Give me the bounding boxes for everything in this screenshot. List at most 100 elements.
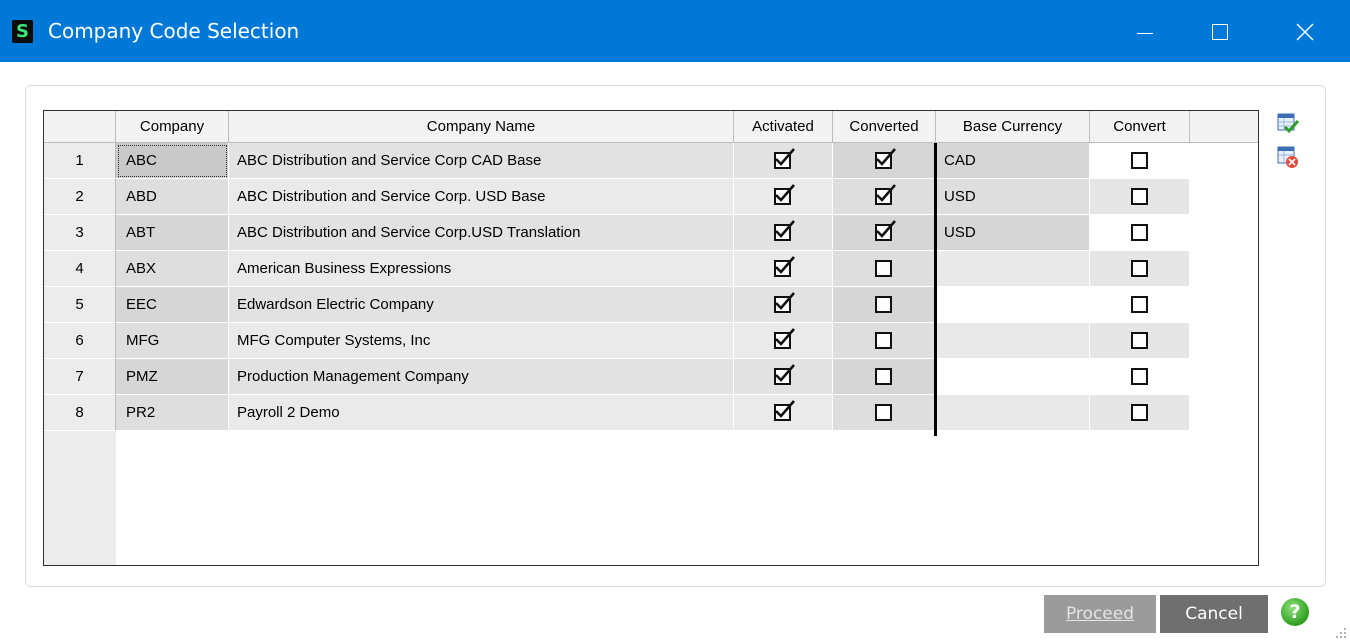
column-header-converted[interactable]: Converted [833, 111, 936, 143]
converted-checkbox[interactable] [833, 251, 936, 287]
convert-checkbox[interactable] [1090, 215, 1190, 251]
company-name-cell[interactable]: Edwardson Electric Company [229, 287, 734, 323]
company-name-cell[interactable]: ABC Distribution and Service Corp.USD Tr… [229, 215, 734, 251]
company-name-cell[interactable]: ABC Distribution and Service Corp. USD B… [229, 179, 734, 215]
activated-checkbox[interactable] [734, 215, 833, 251]
checked-box-icon[interactable] [774, 291, 795, 313]
convert-checkbox[interactable] [1090, 359, 1190, 395]
maximize-icon [1212, 24, 1228, 40]
unchecked-box-icon[interactable] [875, 403, 892, 421]
activated-checkbox[interactable] [734, 251, 833, 287]
checked-box-icon[interactable] [774, 219, 795, 241]
converted-checkbox[interactable] [833, 359, 936, 395]
convert-checkbox[interactable] [1090, 179, 1190, 215]
resize-grip-icon[interactable] [1332, 624, 1348, 640]
unchecked-box-icon[interactable] [1130, 403, 1148, 421]
minimize-icon [1137, 33, 1153, 34]
help-icon[interactable]: ? [1281, 598, 1309, 626]
column-header-name[interactable]: Company Name [229, 111, 734, 143]
unchecked-box-icon[interactable] [1130, 367, 1148, 385]
checked-box-icon[interactable] [774, 327, 795, 349]
row-number[interactable]: 3 [44, 215, 116, 251]
unchecked-box-icon[interactable] [875, 331, 892, 349]
base-currency-cell[interactable]: USD [936, 179, 1090, 215]
column-header-activated[interactable]: Activated [734, 111, 833, 143]
proceed-label: Proceed [1065, 604, 1135, 624]
company-cell[interactable]: ABC [116, 143, 229, 179]
maximize-button[interactable] [1185, 0, 1255, 62]
title-bar: S Company Code Selection [0, 0, 1350, 62]
company-cell[interactable]: PMZ [116, 359, 229, 395]
minimize-button[interactable] [1110, 0, 1180, 62]
base-currency-cell[interactable] [936, 395, 1090, 431]
checked-box-icon[interactable] [774, 147, 795, 169]
converted-checkbox[interactable] [833, 143, 936, 179]
company-name-cell[interactable]: MFG Computer Systems, Inc [229, 323, 734, 359]
unchecked-box-icon[interactable] [1130, 259, 1148, 277]
column-header-currency[interactable]: Base Currency [936, 111, 1090, 143]
activated-checkbox[interactable] [734, 395, 833, 431]
row-number[interactable]: 1 [44, 143, 116, 179]
converted-checkbox[interactable] [833, 215, 936, 251]
base-currency-cell[interactable] [936, 287, 1090, 323]
company-name-cell[interactable]: ABC Distribution and Service Corp CAD Ba… [229, 143, 734, 179]
activated-checkbox[interactable] [734, 179, 833, 215]
checked-box-icon[interactable] [774, 399, 795, 421]
row-number[interactable]: 6 [44, 323, 116, 359]
proceed-button[interactable]: Proceed [1044, 595, 1156, 633]
activated-checkbox[interactable] [734, 287, 833, 323]
activated-checkbox[interactable] [734, 143, 833, 179]
company-cell[interactable]: MFG [116, 323, 229, 359]
checked-box-icon[interactable] [774, 255, 795, 277]
row-number[interactable]: 5 [44, 287, 116, 323]
activated-checkbox[interactable] [734, 359, 833, 395]
base-currency-cell[interactable]: CAD [936, 143, 1090, 179]
company-cell[interactable]: ABT [116, 215, 229, 251]
row-number[interactable]: 2 [44, 179, 116, 215]
cancel-button[interactable]: Cancel [1160, 595, 1268, 633]
company-cell[interactable]: ABX [116, 251, 229, 287]
company-cell[interactable]: ABD [116, 179, 229, 215]
unchecked-box-icon[interactable] [1130, 295, 1148, 313]
checked-box-icon[interactable] [774, 183, 795, 205]
unchecked-box-icon[interactable] [1130, 331, 1148, 349]
row-number[interactable]: 4 [44, 251, 116, 287]
convert-checkbox[interactable] [1090, 251, 1190, 287]
unchecked-box-icon[interactable] [1130, 187, 1148, 205]
base-currency-cell[interactable] [936, 323, 1090, 359]
base-currency-cell[interactable] [936, 251, 1090, 287]
unchecked-box-icon[interactable] [875, 295, 892, 313]
checked-box-icon[interactable] [774, 363, 795, 385]
unchecked-box-icon[interactable] [1130, 151, 1148, 169]
checked-box-icon[interactable] [875, 183, 896, 205]
converted-checkbox[interactable] [833, 395, 936, 431]
column-header-company[interactable]: Company [116, 111, 229, 143]
header-filler [1190, 111, 1258, 143]
close-button[interactable] [1270, 0, 1340, 62]
company-name-cell[interactable]: Payroll 2 Demo [229, 395, 734, 431]
converted-checkbox[interactable] [833, 179, 936, 215]
company-name-cell[interactable]: Production Management Company [229, 359, 734, 395]
row-number[interactable]: 7 [44, 359, 116, 395]
convert-checkbox[interactable] [1090, 287, 1190, 323]
column-header-convert[interactable]: Convert [1090, 111, 1190, 143]
checked-box-icon[interactable] [875, 219, 896, 241]
base-currency-cell[interactable] [936, 359, 1090, 395]
activated-checkbox[interactable] [734, 323, 833, 359]
base-currency-cell[interactable]: USD [936, 215, 1090, 251]
unchecked-box-icon[interactable] [1130, 223, 1148, 241]
clear-all-icon[interactable] [1277, 146, 1299, 168]
select-all-icon[interactable] [1277, 113, 1299, 135]
converted-checkbox[interactable] [833, 323, 936, 359]
company-cell[interactable]: EEC [116, 287, 229, 323]
convert-checkbox[interactable] [1090, 323, 1190, 359]
row-number[interactable]: 8 [44, 395, 116, 431]
checked-box-icon[interactable] [875, 147, 896, 169]
convert-checkbox[interactable] [1090, 143, 1190, 179]
company-name-cell[interactable]: American Business Expressions [229, 251, 734, 287]
company-cell[interactable]: PR2 [116, 395, 229, 431]
converted-checkbox[interactable] [833, 287, 936, 323]
unchecked-box-icon[interactable] [875, 259, 892, 277]
unchecked-box-icon[interactable] [875, 367, 892, 385]
convert-checkbox[interactable] [1090, 395, 1190, 431]
